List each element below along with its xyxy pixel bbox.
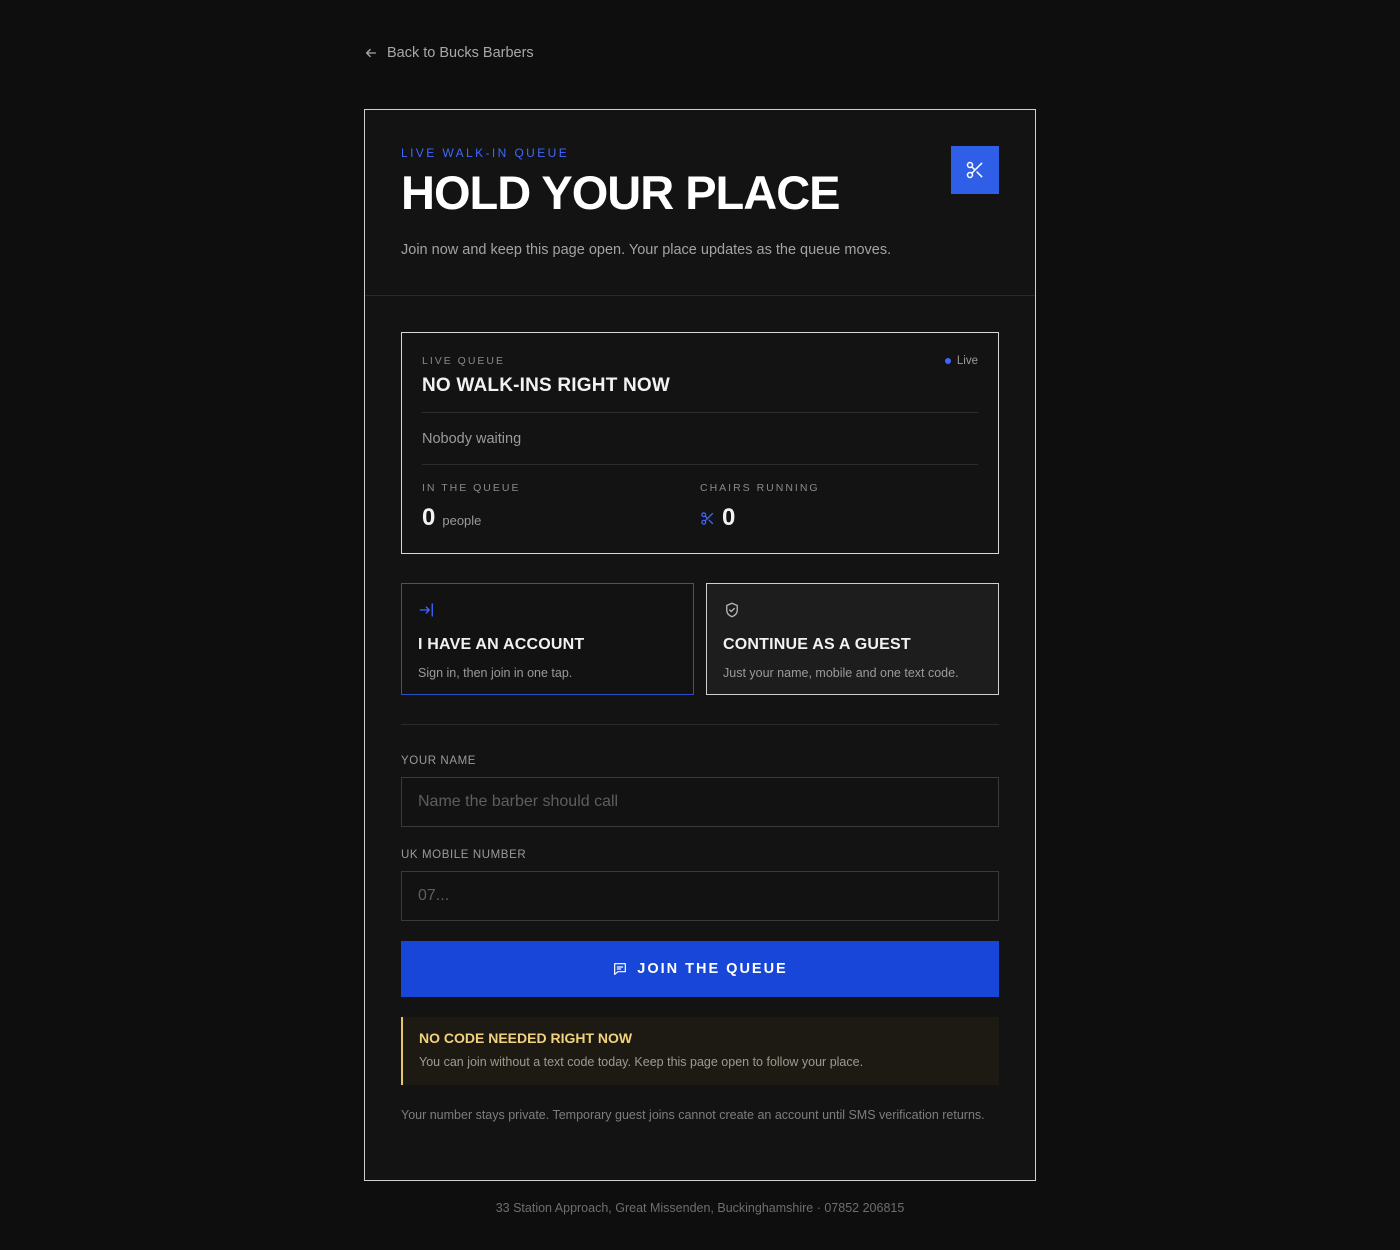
in-queue-label: IN THE QUEUE bbox=[422, 482, 521, 494]
in-queue-stat: IN THE QUEUE 0 people bbox=[422, 482, 700, 532]
back-link-label: Back to Bucks Barbers bbox=[387, 45, 534, 61]
account-option[interactable]: I HAVE AN ACCOUNT Sign in, then join in … bbox=[401, 583, 694, 695]
name-input[interactable] bbox=[401, 777, 999, 827]
shield-check-icon bbox=[726, 602, 738, 618]
queue-stats: IN THE QUEUE 0 people CHAIRS RUNNING 0 bbox=[422, 482, 978, 532]
name-label: YOUR NAME bbox=[401, 755, 477, 767]
footer-address: 33 Station Approach, Great Missenden, Bu… bbox=[495, 1201, 905, 1215]
guest-option[interactable]: CONTINUE AS A GUEST Just your name, mobi… bbox=[706, 583, 999, 695]
live-queue-panel: LIVE QUEUE Live NO WALK-INS RIGHT NOW No… bbox=[401, 332, 999, 554]
form-divider bbox=[401, 724, 999, 725]
account-option-desc: Sign in, then join in one tap. bbox=[418, 666, 573, 680]
guest-option-title: CONTINUE AS A GUEST bbox=[723, 636, 911, 653]
guest-option-desc: Just your name, mobile and one text code… bbox=[723, 666, 959, 680]
back-link[interactable]: Back to Bucks Barbers bbox=[364, 45, 534, 61]
join-queue-label: JOIN THE QUEUE bbox=[637, 961, 788, 977]
chairs-label: CHAIRS RUNNING bbox=[700, 482, 820, 494]
waiting-text: Nobody waiting bbox=[422, 431, 522, 447]
live-status-text: Live bbox=[956, 355, 978, 367]
card-body: LIVE QUEUE Live NO WALK-INS RIGHT NOW No… bbox=[365, 296, 1035, 1161]
live-dot-icon bbox=[944, 358, 951, 364]
page-subtitle: Join now and keep this page open. Your p… bbox=[401, 242, 892, 258]
in-queue-count: 0 bbox=[422, 504, 436, 531]
queue-status-title: NO WALK-INS RIGHT NOW bbox=[422, 375, 671, 396]
in-queue-unit: people bbox=[442, 513, 482, 528]
mobile-input[interactable] bbox=[401, 871, 999, 921]
scissors-icon bbox=[966, 161, 983, 179]
chairs-stat: CHAIRS RUNNING 0 bbox=[700, 482, 978, 532]
queue-card: LIVE WALK-IN QUEUE HOLD YOUR PLACE Join … bbox=[364, 109, 1036, 1181]
chairs-count: 0 bbox=[722, 504, 736, 531]
live-status-badge: Live bbox=[944, 355, 978, 367]
notice-title: NO CODE NEEDED RIGHT NOW bbox=[419, 1030, 633, 1046]
arrow-left-icon bbox=[365, 48, 377, 58]
account-option-title: I HAVE AN ACCOUNT bbox=[418, 636, 585, 653]
join-queue-button[interactable]: JOIN THE QUEUE bbox=[401, 941, 999, 997]
privacy-note: Your number stays private. Temporary gue… bbox=[401, 1108, 985, 1122]
page-title: HOLD YOUR PLACE bbox=[401, 166, 841, 219]
sign-in-icon bbox=[419, 603, 433, 617]
queue-divider bbox=[422, 464, 978, 465]
notice-text: You can join without a text code today. … bbox=[419, 1055, 864, 1069]
live-queue-label: LIVE QUEUE bbox=[422, 355, 506, 367]
eyebrow: LIVE WALK-IN QUEUE bbox=[401, 146, 570, 160]
mobile-label: UK MOBILE NUMBER bbox=[401, 849, 527, 861]
join-options: I HAVE AN ACCOUNT Sign in, then join in … bbox=[401, 583, 999, 695]
scissors-badge bbox=[951, 146, 999, 194]
scissors-icon bbox=[701, 511, 714, 525]
card-header: LIVE WALK-IN QUEUE HOLD YOUR PLACE Join … bbox=[365, 110, 1035, 296]
code-notice: NO CODE NEEDED RIGHT NOW You can join wi… bbox=[401, 1017, 999, 1085]
message-icon bbox=[614, 963, 627, 975]
